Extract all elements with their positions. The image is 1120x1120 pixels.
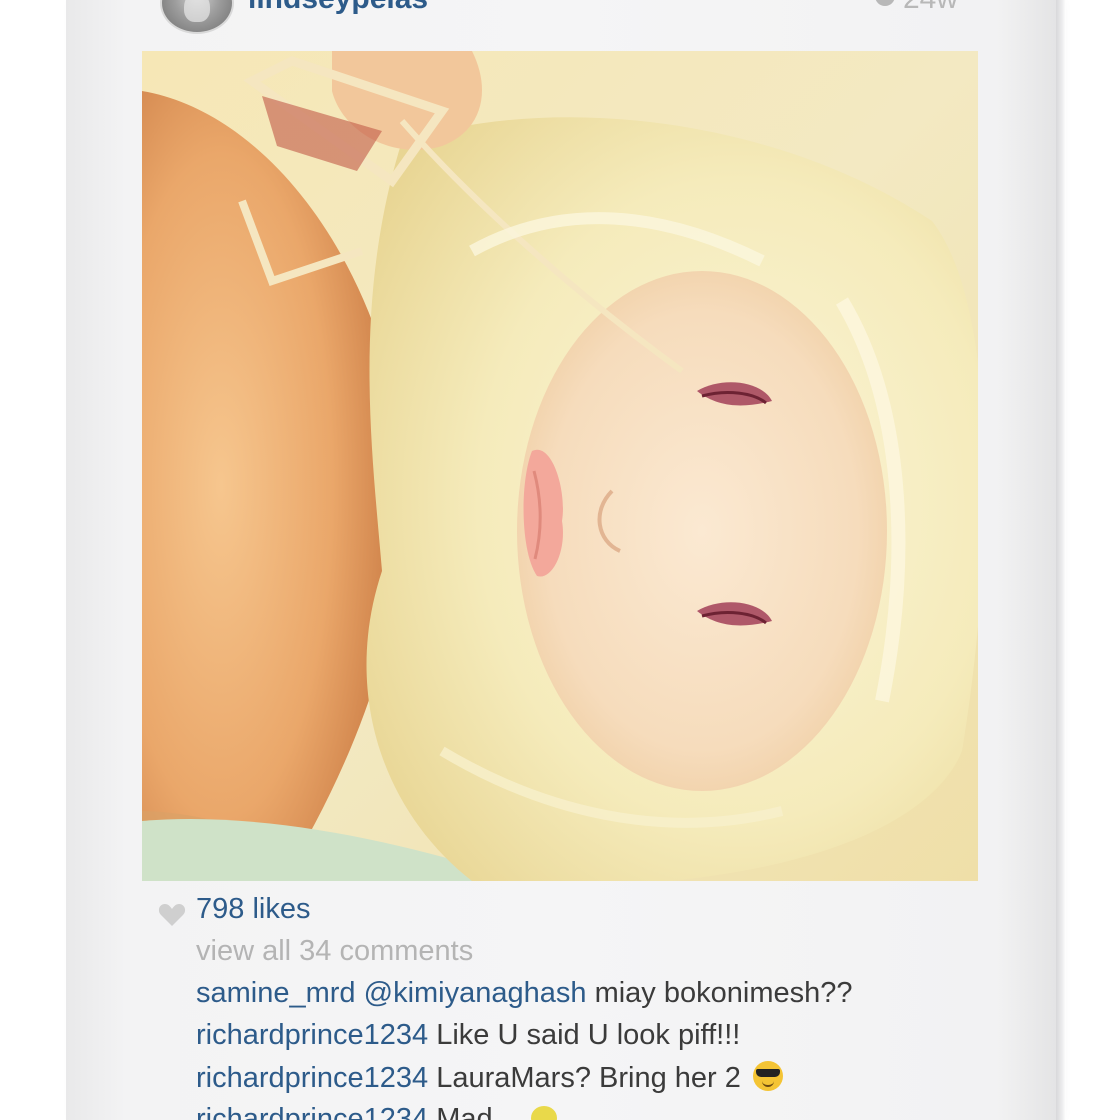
comment-username[interactable]: richardprince1234 (196, 1103, 428, 1120)
comment-mention[interactable]: @kimiyanaghash (364, 977, 587, 1009)
view-all-comments-link[interactable]: view all 34 comments (196, 935, 473, 968)
timestamp-text: 24w (903, 0, 958, 15)
lemon-emoji (530, 1106, 557, 1120)
avatar[interactable] (160, 0, 234, 34)
post-timestamp: 24w (874, 0, 958, 16)
comment-text: LauraMars? Bring her 2 (428, 1062, 741, 1094)
comment-username[interactable]: richardprince1234 (196, 1062, 428, 1094)
comment-item: richardprince1234 Mad... (196, 1103, 557, 1120)
comment-text: miay bokonimesh?? (586, 977, 853, 1009)
comment-item: richardprince1234 LauraMars? Bring her 2 (196, 1061, 783, 1095)
photo-illustration (142, 51, 978, 881)
heart-icon[interactable] (158, 903, 186, 927)
post-meta: 798 likes view all 34 comments samine_mr… (158, 893, 1018, 1120)
comment-item: richardprince1234 Like U said U look pif… (196, 1019, 740, 1052)
sunglasses-shape (755, 1069, 780, 1077)
comment-text: Like U said U look piff!!! (428, 1019, 741, 1051)
likes-count[interactable]: 798 likes (196, 893, 310, 926)
post-username[interactable]: lindseypelas (248, 0, 428, 16)
smile-shape (761, 1080, 774, 1087)
canvas-edge (1056, 0, 1066, 1120)
likes-row: 798 likes (158, 893, 1018, 933)
smiling-face-with-sunglasses-emoji (752, 1061, 783, 1091)
post-header: lindseypelas 24w (160, 0, 980, 34)
comment-username[interactable]: richardprince1234 (196, 1019, 428, 1051)
post-photo[interactable] (142, 51, 978, 881)
comment-text: Mad... (428, 1103, 517, 1120)
page: lindseypelas 24w (0, 0, 1120, 1120)
avatar-image (184, 0, 210, 22)
clock-icon (874, 0, 895, 6)
comment-item: samine_mrd @kimiyanaghash miay bokonimes… (196, 977, 853, 1010)
comment-username[interactable]: samine_mrd (196, 977, 356, 1009)
